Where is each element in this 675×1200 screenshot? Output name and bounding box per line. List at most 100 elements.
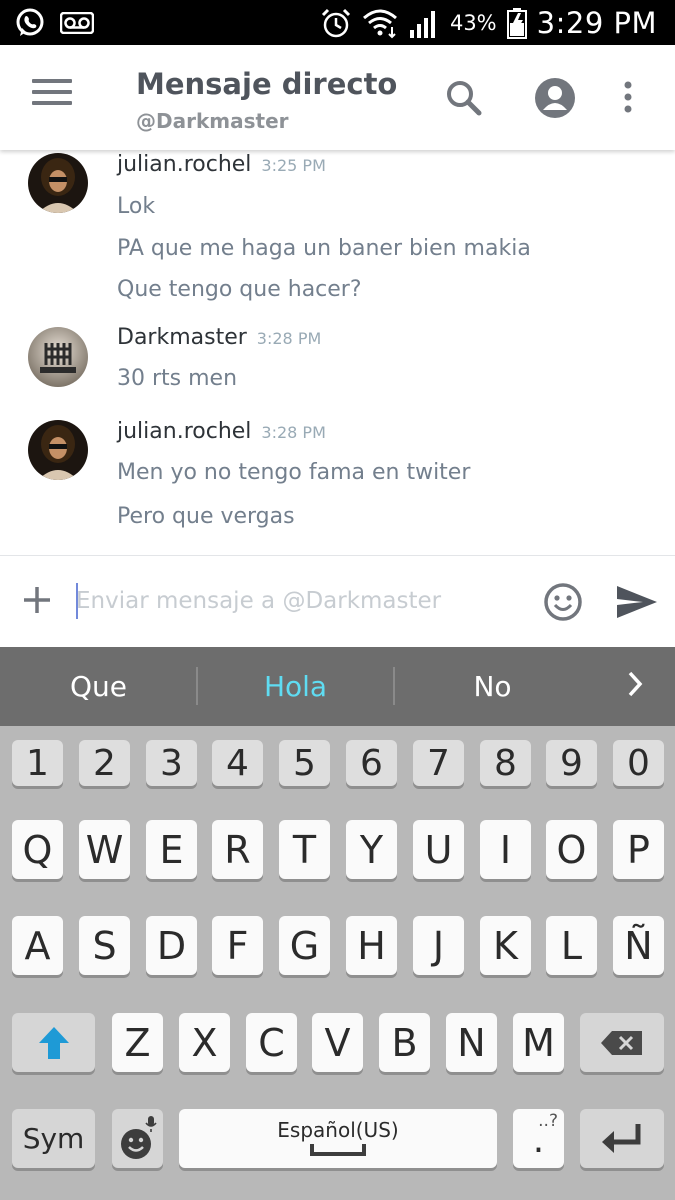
message-author[interactable]: julian.rochel 3:28 PM <box>117 419 326 444</box>
message-text: Men yo no tengo fama en twiter <box>117 460 471 485</box>
key-label: R <box>224 827 251 872</box>
suggestion-word[interactable]: Que <box>0 647 197 726</box>
symbols-key[interactable]: Sym <box>12 1109 95 1168</box>
search-icon[interactable] <box>445 79 483 121</box>
key-d[interactable]: D <box>146 916 197 975</box>
key-label: P <box>627 827 650 872</box>
shift-key[interactable] <box>12 1013 95 1072</box>
avatar[interactable] <box>28 420 88 480</box>
message-text: Que tengo que hacer? <box>117 277 362 302</box>
key-l[interactable]: L <box>546 916 597 975</box>
key-label: L <box>560 923 583 968</box>
key-label: N <box>457 1020 486 1065</box>
key-e[interactable]: E <box>146 820 197 879</box>
enter-icon <box>602 1123 641 1153</box>
battery-icon <box>506 7 527 39</box>
key-g[interactable]: G <box>279 916 330 975</box>
key-x[interactable]: X <box>179 1013 230 1072</box>
key-6[interactable]: 6 <box>346 740 397 786</box>
key-r[interactable]: R <box>212 820 263 879</box>
key-f[interactable]: F <box>212 916 263 975</box>
key-2[interactable]: 2 <box>79 740 130 786</box>
key-n[interactable]: N <box>446 1013 497 1072</box>
suggestion-word[interactable]: No <box>394 647 591 726</box>
emoji-voice-key[interactable] <box>112 1109 163 1168</box>
key-a[interactable]: A <box>12 916 63 975</box>
key-label: Ñ <box>624 923 653 968</box>
menu-icon[interactable] <box>32 79 72 111</box>
key-u[interactable]: U <box>413 820 464 879</box>
key-h[interactable]: H <box>346 916 397 975</box>
suggestion-word-highlighted[interactable]: Hola <box>197 647 394 726</box>
key-k[interactable]: K <box>480 916 531 975</box>
key-4[interactable]: 4 <box>212 740 263 786</box>
key-0[interactable]: 0 <box>613 740 664 786</box>
profile-icon[interactable] <box>534 77 576 123</box>
clock: 3:29 PM <box>536 5 657 40</box>
signal-icon <box>408 8 440 38</box>
more-options-icon[interactable] <box>623 80 633 118</box>
key-label: F <box>226 923 249 968</box>
key-label: H <box>357 923 386 968</box>
key-label: C <box>258 1020 285 1065</box>
space-key[interactable]: Español(US) <box>179 1109 497 1168</box>
key-8[interactable]: 8 <box>480 740 531 786</box>
backspace-key[interactable] <box>580 1013 664 1072</box>
key-t[interactable]: T <box>279 820 330 879</box>
add-attachment-icon[interactable] <box>22 585 52 619</box>
emoji-icon[interactable] <box>543 582 583 626</box>
period-key[interactable]: ..? . <box>513 1109 564 1168</box>
message-text: PA que me haga un baner bien makia <box>117 236 531 261</box>
avatar[interactable] <box>28 153 88 213</box>
key-7[interactable]: 7 <box>413 740 464 786</box>
key-s[interactable]: S <box>79 916 130 975</box>
message-list[interactable]: julian.rochel 3:25 PM Lok PA que me haga … <box>0 150 675 555</box>
message-input[interactable] <box>76 580 526 622</box>
key-label: T <box>292 827 317 872</box>
suggestion-strip: Que Hola No <box>0 647 675 726</box>
whatsapp-icon <box>14 7 46 39</box>
key-o[interactable]: O <box>546 820 597 879</box>
author-name[interactable]: Darkmaster <box>117 325 247 350</box>
author-name[interactable]: julian.rochel <box>117 419 251 444</box>
key-m[interactable]: M <box>513 1013 564 1072</box>
key-w[interactable]: W <box>79 820 130 879</box>
key-label: Y <box>359 827 384 872</box>
key-c[interactable]: C <box>246 1013 297 1072</box>
avatar[interactable] <box>28 327 88 387</box>
composer <box>0 555 675 647</box>
author-name[interactable]: julian.rochel <box>117 152 251 177</box>
key-label: X <box>191 1020 218 1065</box>
key-y[interactable]: Y <box>346 820 397 879</box>
key-label: K <box>493 923 518 968</box>
key-1[interactable]: 1 <box>12 740 63 786</box>
shift-arrow-icon <box>38 1026 69 1059</box>
message-timestamp: 3:25 PM <box>261 156 326 175</box>
send-icon[interactable] <box>615 584 659 624</box>
period-key-hint: ..? <box>538 1111 558 1131</box>
key-p[interactable]: P <box>613 820 664 879</box>
key-3[interactable]: 3 <box>146 740 197 786</box>
key-5[interactable]: 5 <box>279 740 330 786</box>
key-label: A <box>24 923 51 968</box>
key-z[interactable]: Z <box>112 1013 163 1072</box>
voicemail-icon <box>60 12 94 34</box>
enter-key[interactable] <box>580 1109 664 1168</box>
key-b[interactable]: B <box>379 1013 430 1072</box>
key-label: Q <box>22 827 53 872</box>
space-bar-icon <box>310 1143 366 1156</box>
key-9[interactable]: 9 <box>546 740 597 786</box>
key-v[interactable]: V <box>312 1013 363 1072</box>
key-label: W <box>85 827 124 872</box>
key-i[interactable]: I <box>480 820 531 879</box>
key-n-tilde[interactable]: Ñ <box>613 916 664 975</box>
message-author[interactable]: Darkmaster 3:28 PM <box>117 325 321 350</box>
keyboard: 1 2 3 4 5 6 7 8 9 0 Q W E R T Y U I O P … <box>0 726 675 1200</box>
page-title: Mensaje directo <box>136 67 398 101</box>
app-bar: Mensaje directo @Darkmaster <box>0 45 675 150</box>
message-author[interactable]: julian.rochel 3:25 PM <box>117 152 326 177</box>
key-q[interactable]: Q <box>12 820 63 879</box>
key-j[interactable]: J <box>413 916 464 975</box>
chevron-right-icon[interactable] <box>620 669 650 703</box>
key-label: J <box>432 923 445 968</box>
